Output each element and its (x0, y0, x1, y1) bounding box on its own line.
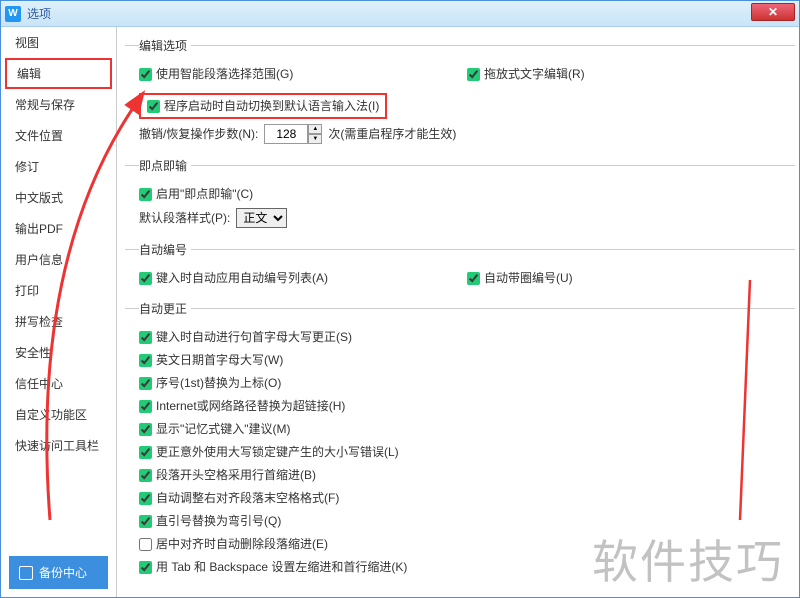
group-title: 自动更正 (139, 300, 191, 317)
sidebar-item-0[interactable]: 视图 (1, 27, 116, 58)
label-autocorrect-5: 更正意外使用大写锁定键产生的大小写错误(L) (156, 443, 399, 461)
select-default-style[interactable]: 正文 (236, 208, 287, 228)
group-click-type: 即点即输 启用"即点即输"(C) 默认段落样式(P): 正文 (125, 157, 795, 233)
checkbox-autocorrect-4[interactable]: 显示"记忆式键入"建议(M) (139, 420, 291, 438)
undo-steps-input[interactable] (264, 124, 308, 144)
checkbox-autocorrect-3[interactable]: Internet或网络路径替换为超链接(H) (139, 397, 345, 415)
label-autocorrect-2: 序号(1st)替换为上标(O) (156, 374, 281, 392)
checkbox-autocorrect-6[interactable]: 段落开头空格采用行首缩进(B) (139, 466, 316, 484)
sidebar-item-10[interactable]: 安全性 (1, 337, 116, 368)
label-undo-suffix: 次(需重启程序才能生效) (328, 125, 456, 143)
close-button[interactable]: ✕ (751, 3, 795, 21)
group-title: 自动编号 (139, 241, 191, 258)
spin-down[interactable]: ▼ (308, 134, 322, 144)
sidebar-item-13[interactable]: 快速访问工具栏 (1, 430, 116, 461)
sidebar-item-3[interactable]: 文件位置 (1, 120, 116, 151)
backup-center-button[interactable]: 备份中心 (9, 556, 108, 589)
sidebar-item-4[interactable]: 修订 (1, 151, 116, 182)
label-autocorrect-6: 段落开头空格采用行首缩进(B) (156, 466, 316, 484)
group-auto-correct: 自动更正 键入时自动进行句首字母大写更正(S) 英文日期首字母大写(W) 序号(1s… (125, 300, 795, 581)
label-enable-click-type: 启用"即点即输"(C) (156, 185, 253, 203)
checkbox-autocorrect-2[interactable]: 序号(1st)替换为上标(O) (139, 374, 281, 392)
group-title: 编辑选项 (139, 37, 191, 54)
checkbox-smart-range[interactable]: 使用智能段落选择范围(G) (139, 65, 293, 83)
checkbox-drag-edit[interactable]: 拖放式文字编辑(R) (467, 65, 585, 83)
label-autocorrect-3: Internet或网络路径替换为超链接(H) (156, 397, 345, 415)
sidebar-item-1[interactable]: 编辑 (5, 58, 112, 89)
label-autocorrect-1: 英文日期首字母大写(W) (156, 351, 283, 369)
checkbox-autocorrect-5[interactable]: 更正意外使用大写锁定键产生的大小写错误(L) (139, 443, 399, 461)
titlebar: W 选项 ✕ (1, 1, 799, 27)
label-undo-prefix: 撤销/恢复操作步数(N): (139, 125, 258, 143)
app-icon: W (5, 6, 21, 22)
checkbox-autocorrect-0[interactable]: 键入时自动进行句首字母大写更正(S) (139, 328, 352, 346)
label-smart-range: 使用智能段落选择范围(G) (156, 65, 293, 83)
sidebar-item-9[interactable]: 拼写检查 (1, 306, 116, 337)
window-body: 视图编辑常规与保存文件位置修订中文版式输出PDF用户信息打印拼写检查安全性信任中… (1, 27, 799, 597)
sidebar-item-6[interactable]: 输出PDF (1, 213, 116, 244)
label-autocorrect-0: 键入时自动进行句首字母大写更正(S) (156, 328, 352, 346)
label-circle-number: 自动带圈编号(U) (484, 269, 573, 287)
sidebar-item-5[interactable]: 中文版式 (1, 182, 116, 213)
checkbox-autocorrect-8[interactable]: 直引号替换为弯引号(Q) (139, 512, 281, 530)
label-auto-switch-ime: 程序启动时自动切换到默认语言输入法(I) (164, 97, 379, 115)
label-autocorrect-10: 用 Tab 和 Backspace 设置左缩进和首行缩进(K) (156, 558, 407, 576)
group-title: 即点即输 (139, 157, 191, 174)
backup-icon (19, 566, 33, 580)
label-autocorrect-8: 直引号替换为弯引号(Q) (156, 512, 281, 530)
options-window: W 选项 ✕ 视图编辑常规与保存文件位置修订中文版式输出PDF用户信息打印拼写检… (0, 0, 800, 598)
sidebar-item-2[interactable]: 常规与保存 (1, 89, 116, 120)
sidebar-item-8[interactable]: 打印 (1, 275, 116, 306)
undo-steps-spinner[interactable]: ▲ ▼ (264, 124, 322, 144)
checkbox-enable-click-type[interactable]: 启用"即点即输"(C) (139, 185, 253, 203)
label-apply-number-list: 键入时自动应用自动编号列表(A) (156, 269, 328, 287)
label-default-style: 默认段落样式(P): (139, 209, 230, 227)
sidebar-item-7[interactable]: 用户信息 (1, 244, 116, 275)
group-auto-number: 自动编号 键入时自动应用自动编号列表(A) 自动带圈编号(U) (125, 241, 795, 292)
checkbox-apply-number-list[interactable]: 键入时自动应用自动编号列表(A) (139, 269, 328, 287)
sidebar: 视图编辑常规与保存文件位置修订中文版式输出PDF用户信息打印拼写检查安全性信任中… (1, 27, 117, 597)
checkbox-auto-switch-ime[interactable]: 程序启动时自动切换到默认语言输入法(I) (139, 93, 387, 119)
group-edit-options: 编辑选项 使用智能段落选择范围(G) 拖放式文字编辑(R) 程序启动时自动切换到… (125, 37, 795, 149)
backup-label: 备份中心 (39, 564, 87, 581)
label-autocorrect-4: 显示"记忆式键入"建议(M) (156, 420, 291, 438)
spin-up[interactable]: ▲ (308, 124, 322, 134)
window-title: 选项 (27, 5, 51, 22)
label-drag-edit: 拖放式文字编辑(R) (484, 65, 585, 83)
checkbox-autocorrect-10[interactable]: 用 Tab 和 Backspace 设置左缩进和首行缩进(K) (139, 558, 407, 576)
label-autocorrect-9: 居中对齐时自动删除段落缩进(E) (156, 535, 328, 553)
sidebar-item-11[interactable]: 信任中心 (1, 368, 116, 399)
checkbox-autocorrect-1[interactable]: 英文日期首字母大写(W) (139, 351, 283, 369)
checkbox-circle-number[interactable]: 自动带圈编号(U) (467, 269, 573, 287)
label-autocorrect-7: 自动调整右对齐段落末空格格式(F) (156, 489, 339, 507)
checkbox-autocorrect-7[interactable]: 自动调整右对齐段落末空格格式(F) (139, 489, 339, 507)
sidebar-item-12[interactable]: 自定义功能区 (1, 399, 116, 430)
checkbox-autocorrect-9[interactable]: 居中对齐时自动删除段落缩进(E) (139, 535, 328, 553)
content-pane: 编辑选项 使用智能段落选择范围(G) 拖放式文字编辑(R) 程序启动时自动切换到… (117, 27, 799, 597)
